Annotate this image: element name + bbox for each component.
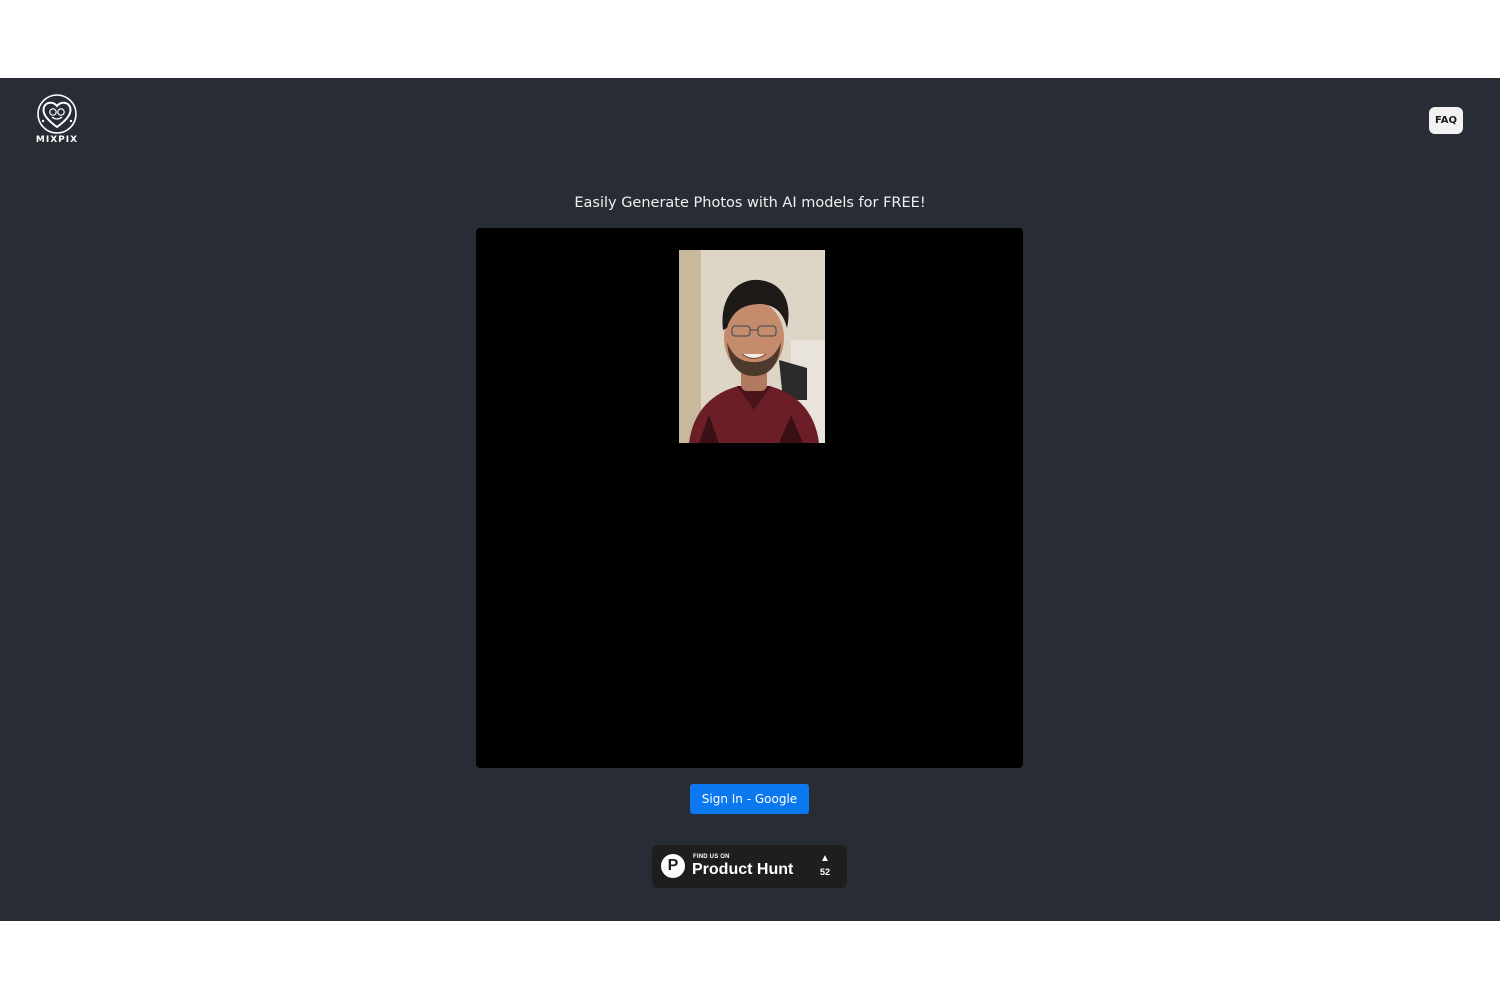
upvote-count: 52 xyxy=(819,867,830,877)
product-hunt-title: Product Hunt xyxy=(692,861,794,878)
product-hunt-badge[interactable]: P FIND US ON Product Hunt ▲ 52 xyxy=(652,845,847,888)
heart-face-logo-icon xyxy=(37,94,77,134)
page-headline: Easily Generate Photos with AI models fo… xyxy=(574,195,926,211)
app-container: MIXPIX FAQ Easily Generate Photos with A… xyxy=(0,78,1500,921)
logo-wordmark: MIXPIX xyxy=(35,135,79,145)
sign-in-google-button[interactable]: Sign In - Google xyxy=(690,784,809,814)
product-hunt-logo-icon: P xyxy=(661,854,685,878)
portrait-illustration xyxy=(679,250,825,443)
site-logo[interactable]: MIXPIX xyxy=(34,94,80,146)
product-hunt-find-us-text: FIND US ON xyxy=(693,854,730,860)
portrait-photo xyxy=(679,250,825,443)
faq-button[interactable]: FAQ xyxy=(1429,107,1463,134)
upvote-arrow-icon: ▲ xyxy=(820,853,830,864)
image-preview-stage xyxy=(476,228,1023,768)
